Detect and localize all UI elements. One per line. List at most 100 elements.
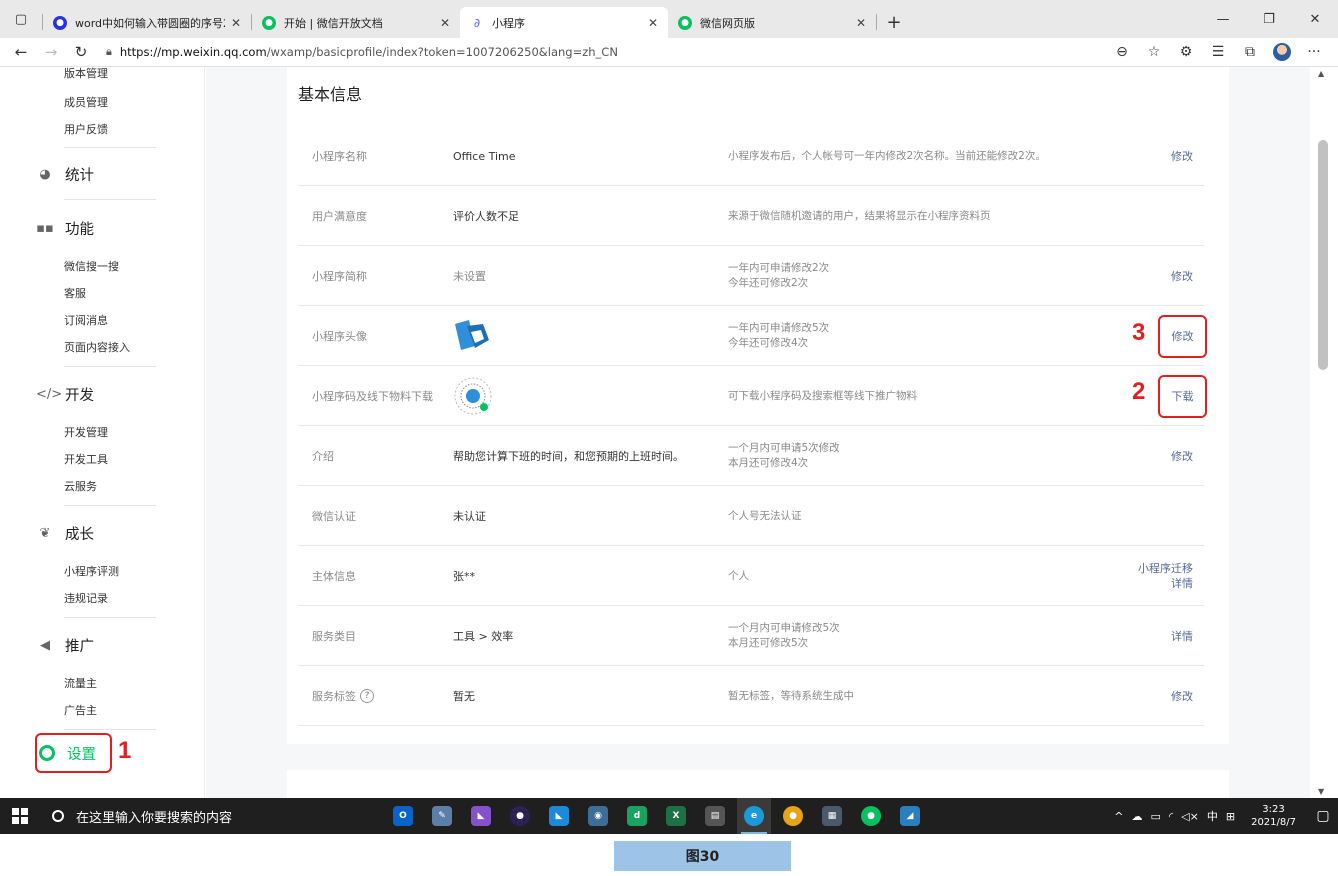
vertical-scrollbar[interactable]: ▲ ▼ — [1310, 67, 1338, 798]
tab-close-icon[interactable]: ✕ — [231, 16, 241, 30]
edit-name-link[interactable]: 修改 — [1171, 149, 1193, 164]
sidebar-item-devmgmt[interactable]: 开发管理 — [64, 424, 108, 440]
new-tab-button[interactable]: + — [877, 7, 911, 38]
clock[interactable]: 3:23 2021/8/7 — [1247, 803, 1300, 829]
favorite-add-icon[interactable]: ☆ — [1138, 44, 1170, 60]
collections-icon[interactable]: ⧉ — [1234, 44, 1266, 60]
migrate-link[interactable]: 小程序迁移 — [1138, 561, 1193, 576]
edit-tags-link[interactable]: 修改 — [1171, 689, 1193, 704]
edge-app[interactable]: e — [737, 798, 771, 834]
edit-intro-link[interactable]: 修改 — [1171, 449, 1193, 464]
sidebar-item-eval[interactable]: 小程序评测 — [64, 563, 119, 579]
sidebar-item-feedback[interactable]: 用户反馈 — [64, 121, 108, 137]
minimize-icon[interactable]: — — [1200, 0, 1246, 38]
paint-app[interactable]: ✎ — [425, 798, 459, 834]
browser-tab-bar: ▢ ● word中如何输入带圆圈的序号2 ✕ ● 开始 | 微信开放文档 ✕ ∂… — [0, 0, 1338, 38]
sidebar-item-content[interactable]: 页面内容接入 — [64, 339, 130, 355]
sidebar-section-promo[interactable]: ◀ 推广 — [36, 635, 94, 656]
next-card — [287, 770, 1229, 798]
sidebar-section-features[interactable]: ▪▪ 功能 — [36, 218, 94, 239]
keyboard-icon[interactable]: ⊞ — [1226, 810, 1235, 823]
cloud-icon[interactable]: ☁ — [1132, 810, 1143, 823]
entity-details-link[interactable]: 详情 — [1171, 576, 1193, 591]
notes-app[interactable]: ▤ — [698, 798, 732, 834]
tab-close-icon[interactable]: ✕ — [648, 16, 658, 30]
tab-wechat-docs[interactable]: ● 开始 | 微信开放文档 ✕ — [252, 7, 460, 38]
baidu-icon: ● — [53, 15, 67, 30]
sidebar-item-devtools[interactable]: 开发工具 — [64, 451, 108, 467]
eclipse-app[interactable]: ● — [503, 798, 537, 834]
tray-expand-icon[interactable]: ^ — [1114, 810, 1123, 823]
vscode-app[interactable]: ◣ — [542, 798, 576, 834]
annotation-marker-2: 2 — [1132, 378, 1146, 405]
postgres-app[interactable]: ◉ — [581, 798, 615, 834]
refresh-icon[interactable]: ↻ — [66, 38, 96, 67]
volume-icon[interactable]: ◁× — [1181, 810, 1199, 823]
devtools-icon: d — [627, 806, 647, 826]
ime-indicator[interactable]: 中 — [1207, 808, 1218, 824]
sidebar-section-stats[interactable]: ◕ 统计 — [36, 164, 94, 185]
outlook-app[interactable]: O — [386, 798, 420, 834]
help-icon[interactable]: ? — [360, 689, 374, 703]
notification-icon[interactable]: ▢ — [1308, 798, 1338, 834]
tab-wechat-web[interactable]: ● 微信网页版 ✕ — [668, 7, 876, 38]
more-icon[interactable]: ··· — [1298, 44, 1330, 60]
battery-icon[interactable]: ▭ — [1151, 810, 1161, 823]
info-row-verify: 微信认证 未认证 个人号无法认证 — [298, 486, 1204, 546]
extensions-icon[interactable]: ⚙ — [1170, 44, 1202, 60]
wechat-icon: ● — [262, 15, 276, 30]
miniprogram-icon: ∂ — [470, 15, 484, 30]
sidebar-section-growth[interactable]: ❦ 成长 — [36, 523, 94, 544]
download-qrcode-button[interactable]: 下载 — [1158, 374, 1207, 418]
start-button[interactable] — [0, 798, 40, 834]
sidebar-item-advertiser[interactable]: 广告主 — [64, 702, 97, 718]
sidebar-item-service[interactable]: 客服 — [64, 285, 86, 301]
info-row-satisfaction: 用户满意度 评价人数不足 来源于微信随机邀请的用户，结果将显示在小程序资料页 — [298, 186, 1204, 246]
close-icon[interactable]: ✕ — [1292, 0, 1338, 38]
taskbar-search[interactable]: 在这里输入你要搜索的内容 — [40, 798, 338, 834]
sidebar-item-violations[interactable]: 违规记录 — [64, 590, 108, 606]
sidebar-item-members[interactable]: 成员管理 — [64, 94, 108, 110]
tab-close-icon[interactable]: ✕ — [440, 16, 450, 30]
wechat-icon: ● — [861, 806, 881, 826]
pen-app[interactable]: ◢ — [893, 798, 927, 834]
url-field[interactable]: 🔒︎ https://mp.weixin.qq.com /wxamp/basic… — [96, 40, 1056, 65]
outlook-icon: O — [393, 806, 413, 826]
category-details-link[interactable]: 详情 — [1171, 629, 1193, 644]
gear-icon — [39, 745, 55, 761]
excel-app[interactable]: X — [659, 798, 693, 834]
edge-icon: e — [744, 806, 764, 826]
tab-baidu[interactable]: ● word中如何输入带圆圈的序号2 ✕ — [43, 7, 251, 38]
sidebar-item-version[interactable]: 版本管理 — [64, 67, 108, 81]
wechat-app[interactable]: ● — [854, 798, 888, 834]
devtools-app[interactable]: d — [620, 798, 654, 834]
app-avatar — [453, 306, 491, 366]
favorites-icon[interactable]: ☰ — [1202, 44, 1234, 60]
tab-actions-icon[interactable]: ▢ — [0, 0, 42, 38]
restore-icon[interactable]: ❐ — [1246, 0, 1292, 38]
wifi-icon[interactable]: ◜ — [1169, 810, 1173, 823]
zoom-icon[interactable]: ⊖ — [1106, 44, 1138, 60]
sidebar-item-subscribe[interactable]: 订阅消息 — [64, 312, 108, 328]
scrollbar-thumb[interactable] — [1318, 140, 1328, 370]
visual-studio-app[interactable]: ◣ — [464, 798, 498, 834]
forward-icon[interactable]: → — [36, 38, 66, 67]
sidebar-item-cloud[interactable]: 云服务 — [64, 478, 97, 494]
windows-taskbar: 在这里输入你要搜索的内容 O ✎ ◣ ● ◣ ◉ d X ▤ e ● ▦ ● ◢… — [0, 798, 1338, 834]
info-row-avatar: 小程序头像 一年内可申请修改5次 今年还可修改4次 修改 — [298, 306, 1207, 366]
sidebar-section-dev[interactable]: </> 开发 — [36, 384, 94, 405]
chrome-app[interactable]: ● — [776, 798, 810, 834]
scroll-down-icon[interactable]: ▼ — [1318, 787, 1324, 796]
sidebar-item-search[interactable]: 微信搜一搜 — [64, 258, 119, 274]
windows-logo-icon — [12, 808, 28, 824]
edit-avatar-button[interactable]: 修改 — [1158, 314, 1207, 358]
tab-close-icon[interactable]: ✕ — [856, 16, 866, 30]
edit-shortname-link[interactable]: 修改 — [1171, 269, 1193, 284]
scroll-up-icon[interactable]: ▲ — [1318, 69, 1324, 78]
profile-avatar[interactable] — [1266, 43, 1298, 61]
sidebar-section-settings[interactable]: 设置 — [35, 733, 112, 773]
tab-miniprogram[interactable]: ∂ 小程序 ✕ — [460, 7, 668, 38]
back-icon[interactable]: ← — [6, 38, 36, 67]
calculator-app[interactable]: ▦ — [815, 798, 849, 834]
sidebar-item-traffic[interactable]: 流量主 — [64, 675, 97, 691]
